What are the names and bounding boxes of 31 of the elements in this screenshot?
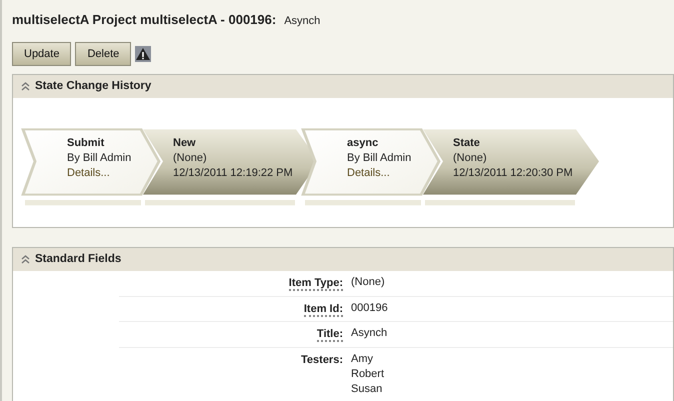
warning-icon[interactable] (135, 46, 152, 62)
item-title: Asynch (284, 14, 320, 29)
step-name: State (453, 136, 480, 151)
step-detail: By Bill Admin (347, 151, 412, 166)
step-timestamp: 12/13/2011 12:19:22 PM (173, 166, 293, 181)
delete-button[interactable]: Delete (75, 42, 132, 66)
field-label: Title: (316, 328, 343, 342)
field-label: Item Id: (304, 302, 343, 316)
field-value: Robert (351, 366, 384, 382)
details-link[interactable]: Details... (67, 166, 110, 181)
details-link[interactable]: Details... (347, 166, 390, 181)
field-label: Testers: (301, 354, 343, 366)
step-detail: (None) (453, 151, 487, 166)
field-value: (None) (351, 275, 385, 290)
step-detail: (None) (173, 151, 207, 166)
panel-title: State Change History (35, 78, 152, 94)
step-detail: By Bill Admin (67, 151, 132, 166)
panel-title: Standard Fields (35, 252, 122, 267)
field-value: 000196 (351, 300, 388, 316)
step-name: New (173, 136, 196, 151)
field-label: Item Type: (288, 277, 343, 291)
field-value: Amy (351, 352, 374, 366)
update-button[interactable]: Update (12, 42, 72, 66)
field-value: Susan (351, 382, 384, 396)
step-name: Submit (67, 136, 104, 151)
step-timestamp: 12/13/2011 12:20:30 PM (453, 166, 573, 181)
field-value: Asynch (351, 326, 388, 341)
panel-header[interactable]: Standard Fields (13, 248, 673, 271)
step-name: async (347, 136, 378, 151)
page-title: multiselectA Project multiselectA - 000196: (12, 11, 276, 29)
panel-header[interactable]: State Change History (13, 75, 673, 98)
